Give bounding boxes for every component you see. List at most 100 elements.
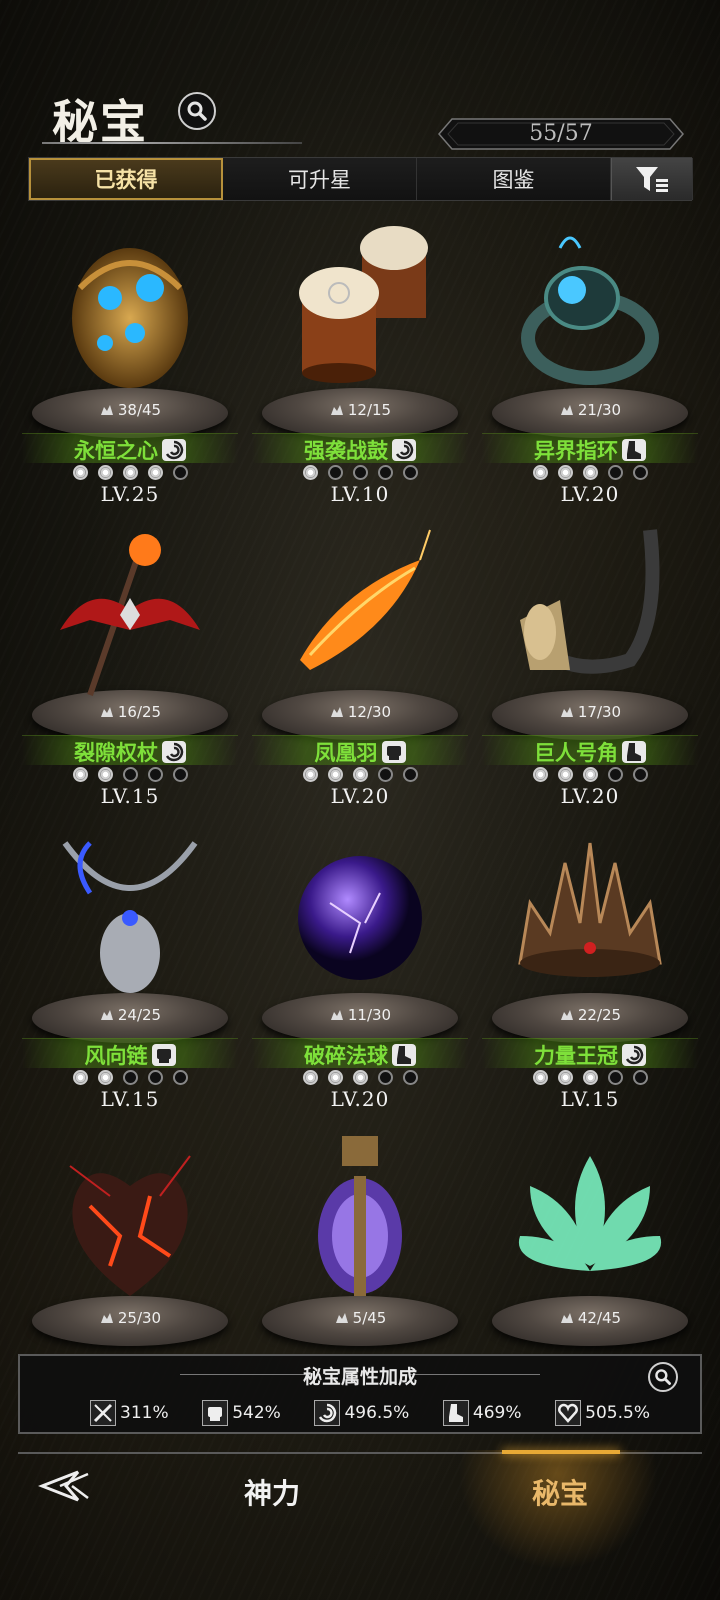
bonus-stat: 469% [442,1400,522,1426]
bonus-search-icon[interactable] [648,1362,678,1392]
bonus-stat: 542% [202,1400,281,1426]
treasure-card[interactable]: 24/25 风向链 LV.15 [16,823,244,1113]
bonus-stat-value: 542% [232,1403,281,1423]
bonus-stat: 311% [90,1400,169,1426]
treasure-art-necklace [50,823,210,1003]
treasure-name-row: 破碎法球 [246,1040,474,1070]
active-tab-indicator [502,1450,620,1454]
star-pip [402,767,418,782]
star-pip [72,465,88,480]
treasure-art-phoenix-feather [280,520,440,700]
treasure-name: 力量王冠 [534,1044,618,1068]
treasure-card[interactable]: 12/30 凤凰羽 LV.20 [246,520,474,810]
progress-text: 22/25 [577,1006,622,1024]
tab-obtained[interactable]: 已获得 [29,158,223,200]
treasure-name: 风向链 [84,1044,148,1068]
treasure-art-horn [510,520,670,700]
star-pip [582,767,598,782]
shard-progress: 25/30 [16,1309,244,1327]
shard-icon [329,705,345,719]
star-rating [16,767,244,783]
search-icon[interactable] [178,92,216,130]
filter-button[interactable] [611,158,693,200]
swirl-icon [162,439,186,461]
treasure-art-heart-orb [50,218,210,398]
shard-icon [559,1311,575,1325]
swirl-icon [392,439,416,461]
treasure-name: 裂隙权杖 [74,741,158,765]
treasure-card[interactable]: 17/30 巨人号角 LV.20 [476,520,704,810]
treasure-art-crown [510,823,670,1003]
treasure-name: 巨人号角 [534,741,618,765]
star-pip [147,767,163,782]
collection-counter: 55/57 [438,118,684,150]
star-pip [327,767,343,782]
bonus-title: 秘宝属性加成 [302,1366,417,1388]
treasure-card[interactable]: 22/25 力量王冠 LV.15 [476,823,704,1113]
treasure-name: 强袭战鼓 [304,439,388,463]
star-pip [402,465,418,480]
star-pip [607,1070,623,1085]
shard-progress: 16/25 [16,703,244,721]
star-pip [97,1070,113,1085]
tab-bar: 已获得 可升星 图鉴 [28,157,693,201]
shard-icon [99,1311,115,1325]
shard-progress: 11/30 [246,1006,474,1024]
nav-treasure[interactable]: 秘宝 [532,1472,588,1512]
fist-icon [202,1400,229,1426]
treasure-level: LV.10 [330,482,390,506]
boot-icon [622,439,646,461]
star-pip [632,465,648,480]
treasure-level: LV.25 [100,482,160,506]
progress-text: 38/45 [117,401,162,419]
treasure-name: 破碎法球 [304,1044,388,1068]
progress-text: 16/25 [117,703,162,721]
shard-icon [99,705,115,719]
treasure-level: LV.20 [330,1087,390,1111]
shard-icon [99,1008,115,1022]
star-pip [607,465,623,480]
star-pip [352,767,368,782]
progress-text: 42/45 [577,1309,622,1327]
star-rating [246,465,474,481]
treasure-card[interactable]: 16/25 裂隙权杖 LV.15 [16,520,244,810]
progress-text: 5/45 [352,1309,387,1327]
progress-text: 21/30 [577,401,622,419]
shard-progress: 17/30 [476,703,704,721]
bonus-stat: 496.5% [314,1400,409,1426]
fist-icon [381,741,406,763]
star-rating [476,1070,704,1086]
progress-text: 11/30 [347,1006,392,1024]
back-arrow-icon[interactable] [37,1466,94,1506]
treasure-card[interactable]: 12/15 强袭战鼓 LV.10 [246,218,474,508]
shard-icon [559,403,575,417]
star-rating [476,465,704,481]
treasure-level: LV.20 [560,482,620,506]
progress-text: 12/30 [347,703,392,721]
tab-upgradable[interactable]: 可升星 [223,158,417,200]
treasure-card[interactable]: 38/45 永恒之心 LV.25 [16,218,244,508]
star-pip [147,1070,163,1085]
shard-icon [559,1008,575,1022]
star-pip [557,1070,573,1085]
tab-catalog[interactable]: 图鉴 [417,158,611,200]
star-pip [532,465,548,480]
shard-progress: 12/15 [246,401,474,419]
star-pip [172,1070,188,1085]
treasure-art-scepter [50,520,210,700]
star-pip [147,465,163,480]
treasure-art-orb [280,823,440,1003]
swirl-icon [622,1044,646,1066]
star-pip [302,1070,318,1085]
swirl-icon [314,1400,341,1426]
star-pip [377,767,393,782]
shard-icon [329,403,345,417]
bonus-stat-value: 311% [120,1403,169,1423]
star-rating [246,767,474,783]
treasure-card[interactable]: 11/30 破碎法球 LV.20 [246,823,474,1113]
star-pip [632,1070,648,1085]
star-pip [122,1070,138,1085]
treasure-card[interactable]: 21/30 异界指环 LV.20 [476,218,704,508]
shard-icon [334,1311,350,1325]
nav-divine-power[interactable]: 神力 [244,1472,300,1512]
